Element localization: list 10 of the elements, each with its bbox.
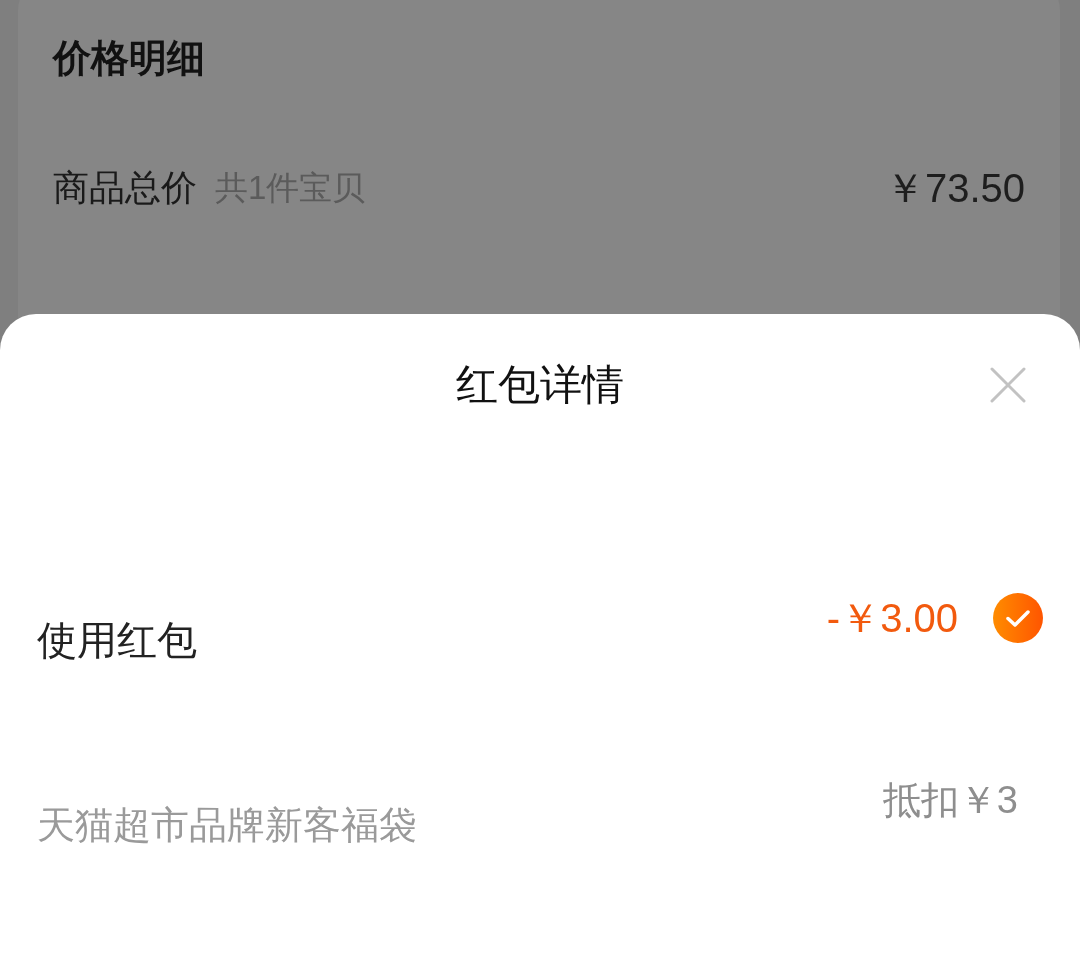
discount-amount: -￥3.00 xyxy=(826,595,958,642)
price-value: ￥73.50 xyxy=(884,165,1025,212)
checked-circle-icon[interactable] xyxy=(993,593,1043,643)
price-detail-title: 价格明细 xyxy=(53,36,205,81)
coupon-name: 天猫超市品牌新客福袋 xyxy=(37,803,417,848)
close-icon[interactable] xyxy=(990,367,1026,403)
price-row-label: 商品总价 xyxy=(53,166,197,210)
sheet-title: 红包详情 xyxy=(456,360,624,410)
deduction-amount: 抵扣￥3 xyxy=(882,778,1018,823)
use-coupon-label: 使用红包 xyxy=(37,617,197,664)
